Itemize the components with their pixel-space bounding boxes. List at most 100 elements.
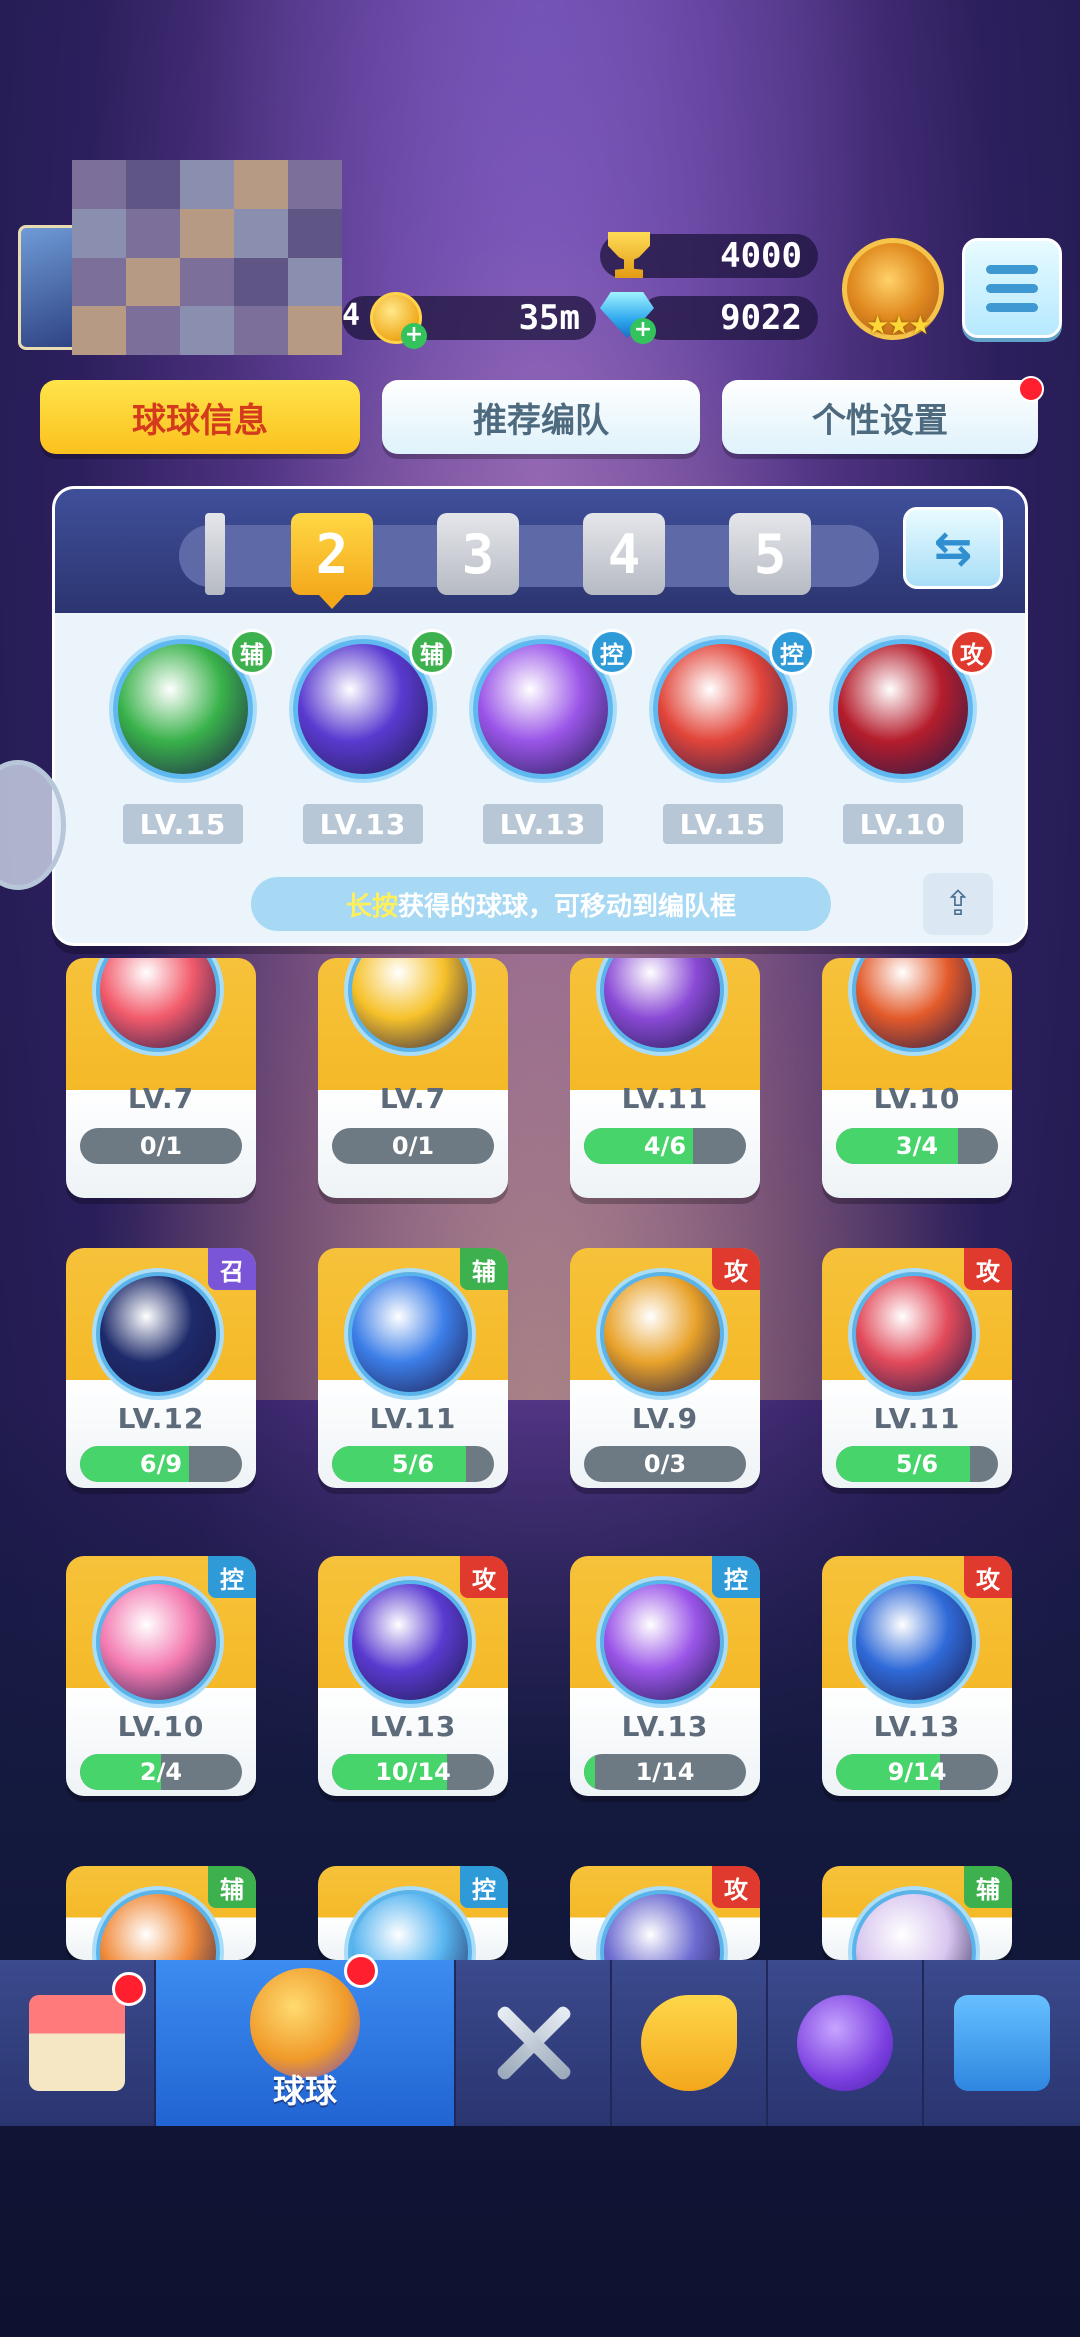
upgrade-progress-bar: 5/6 — [332, 1446, 494, 1482]
progress-text: 2/4 — [139, 1758, 183, 1786]
ball-level: LV.13 — [369, 1710, 457, 1743]
team-tab-4[interactable]: 4 — [583, 513, 665, 595]
ball-card[interactable]: 召 LV.12 6/9 — [66, 1248, 256, 1488]
gem-value: 9022 — [720, 298, 802, 338]
team-number: 5 — [753, 522, 787, 586]
team-number: 4 — [607, 522, 641, 586]
ball-level: LV.7 — [127, 1082, 195, 1115]
team-tab-5[interactable]: 5 — [729, 513, 811, 595]
coin-level: 4 — [342, 298, 361, 333]
ball-level: LV.13 — [873, 1710, 961, 1743]
ball-icon — [600, 1890, 724, 1960]
team-tab-1[interactable] — [205, 513, 225, 595]
upgrade-progress-bar: 6/9 — [80, 1446, 242, 1482]
gem-add-icon[interactable]: + — [630, 318, 656, 344]
progress-text: 5/6 — [391, 1450, 435, 1478]
ball-card[interactable]: 辅 — [66, 1866, 256, 1960]
progress-text: 6/9 — [139, 1450, 183, 1478]
ball-card[interactable]: 攻 LV.9 0/3 — [570, 1248, 760, 1488]
chat-heart-icon — [954, 1995, 1050, 2091]
coin-add-icon[interactable] — [370, 292, 427, 349]
swap-icon[interactable]: ⇆ — [903, 507, 1003, 589]
nav-battle[interactable] — [456, 1960, 612, 2126]
progress-text: 10/14 — [375, 1758, 451, 1786]
ball-level: LV.7 — [379, 1082, 447, 1115]
upgrade-progress-bar: 10/14 — [332, 1754, 494, 1790]
nav-social[interactable] — [924, 1960, 1080, 2126]
upgrade-progress-bar: 5/6 — [836, 1446, 998, 1482]
long-press-hint: 长按 获得的球球，可移动到编队框 — [251, 877, 831, 931]
ball-icon — [96, 1272, 220, 1396]
ball-icon — [852, 1580, 976, 1704]
team-selector-header: 2 3 4 5 ⇆ — [55, 489, 1025, 613]
progress-text: 9/14 — [887, 1758, 947, 1786]
tab-label: 推荐编队 — [473, 400, 609, 441]
ball-card[interactable]: LV.10 3/4 — [822, 958, 1012, 1198]
menu-icon-line — [986, 264, 1038, 274]
ball-card[interactable]: 攻 LV.13 9/14 — [822, 1556, 1012, 1796]
whistle-icon — [641, 1995, 737, 2091]
upgrade-progress-bar: 4/6 — [584, 1128, 746, 1164]
tab-recommended-team[interactable]: 推荐编队 — [382, 380, 700, 454]
team-ball-level: LV.13 — [303, 804, 423, 844]
nav-coach[interactable] — [612, 1960, 768, 2126]
ball-card[interactable]: 控 LV.10 2/4 — [66, 1556, 256, 1796]
ball-card[interactable]: 攻 LV.13 10/14 — [318, 1556, 508, 1796]
ball-level: LV.11 — [621, 1082, 709, 1115]
ball-icon — [600, 1580, 724, 1704]
ball-card[interactable]: 攻 — [570, 1866, 760, 1960]
ball-level: LV.10 — [117, 1710, 205, 1743]
rank-badge-icon[interactable]: ★★★ — [842, 238, 944, 341]
nav-balls[interactable]: 球球 — [156, 1954, 456, 2126]
team-tab-3[interactable]: 3 — [437, 513, 519, 595]
team-tab-2[interactable]: 2 — [291, 513, 373, 609]
ball-icon — [852, 958, 976, 1052]
ball-icon — [96, 1890, 220, 1960]
menu-button[interactable] — [962, 238, 1062, 338]
tab-personal-settings[interactable]: 个性设置 — [722, 380, 1038, 454]
share-icon[interactable]: ⇪ — [923, 873, 993, 935]
ball-icon — [348, 958, 472, 1052]
ball-level: LV.9 — [631, 1402, 699, 1435]
ball-card[interactable]: 攻 LV.11 5/6 — [822, 1248, 1012, 1488]
role-tag: 控 — [712, 1556, 760, 1598]
upgrade-progress-bar: 1/14 — [584, 1754, 746, 1790]
role-tag: 辅 — [409, 629, 455, 675]
team-ball-level: LV.15 — [663, 804, 783, 844]
tab-ball-info[interactable]: 球球信息 — [40, 380, 360, 454]
ball-card[interactable]: LV.7 0/1 — [66, 958, 256, 1198]
menu-icon-line — [986, 302, 1038, 312]
ball-icon — [600, 1272, 724, 1396]
role-tag: 控 — [208, 1556, 256, 1598]
role-tag: 攻 — [964, 1556, 1012, 1598]
tab-label: 个性设置 — [812, 400, 948, 441]
upgrade-progress-bar: 0/1 — [332, 1128, 494, 1164]
ball-card[interactable]: 辅 — [822, 1866, 1012, 1960]
ball-level: LV.11 — [369, 1402, 457, 1435]
shop-icon — [29, 1995, 125, 2091]
ball-icon — [852, 1272, 976, 1396]
role-tag: 攻 — [712, 1248, 760, 1290]
role-tag: 辅 — [460, 1248, 508, 1290]
role-tag: 攻 — [949, 629, 995, 675]
ball-icon — [348, 1580, 472, 1704]
ball-card[interactable]: 控 — [318, 1866, 508, 1960]
nav-explore[interactable] — [768, 1960, 924, 2126]
upgrade-progress-bar: 0/3 — [584, 1446, 746, 1482]
ball-card[interactable]: 控 LV.13 1/14 — [570, 1556, 760, 1796]
gem-counter: 9022 — [640, 296, 818, 340]
ball-card[interactable]: LV.7 0/1 — [318, 958, 508, 1198]
progress-text: 1/14 — [635, 1758, 695, 1786]
notification-dot — [112, 1972, 146, 2006]
swords-icon — [485, 1995, 581, 2091]
role-tag: 控 — [769, 629, 815, 675]
hint-highlight: 长按 — [345, 891, 398, 922]
ball-level: LV.10 — [873, 1082, 961, 1115]
ball-card[interactable]: 辅 LV.11 5/6 — [318, 1248, 508, 1488]
nav-shop[interactable] — [0, 1960, 156, 2126]
ball-card[interactable]: LV.11 4/6 — [570, 958, 760, 1198]
nav-label: 球球 — [272, 2072, 337, 2110]
team-ball-level: LV.10 — [843, 804, 963, 844]
progress-text: 0/3 — [643, 1450, 687, 1478]
ball-icon — [348, 1890, 472, 1960]
